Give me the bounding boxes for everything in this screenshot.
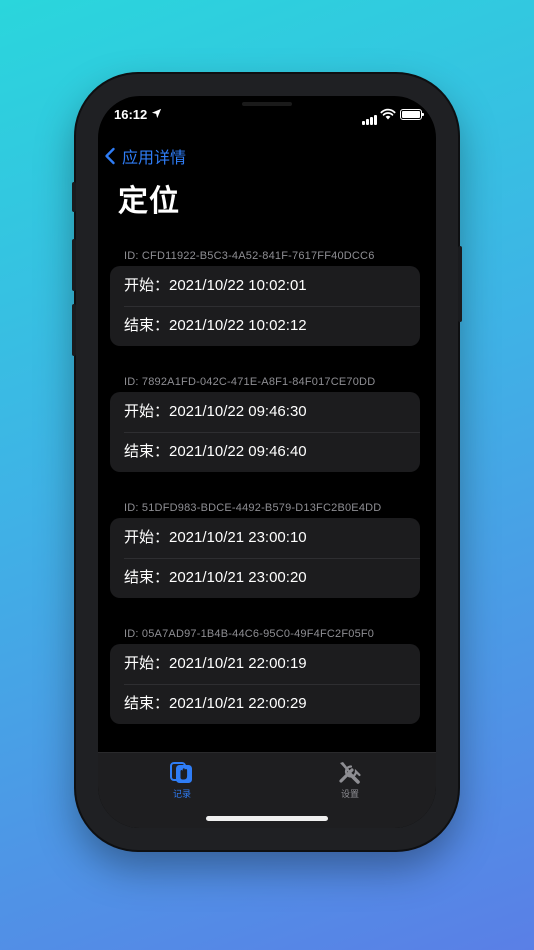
record-id: ID: CFD11922-B5C3-4A52-841F-7617FF40DCC6 (124, 250, 375, 262)
location-arrow-icon (151, 108, 162, 119)
tab-settings[interactable]: 设置 (320, 759, 380, 800)
tab-records[interactable]: 记录 (152, 759, 212, 800)
record-list: ID: CFD11922-B5C3-4A52-841F-7617FF40DCC6… (110, 246, 420, 750)
record-end: 结束：2021/10/22 10:02:12 (110, 306, 420, 346)
record-start: 开始：2021/10/22 09:46:30 (124, 403, 307, 420)
tab-label: 设置 (340, 789, 359, 799)
signal-icon (362, 110, 378, 125)
record-end: 结束：2021/10/21 22:00:29 (110, 684, 420, 724)
phone-frame: 16:12 应用详情 定位 ID: CFD11922-B5C3-4A52-841… (72, 74, 462, 850)
record-group: ID: CFD11922-B5C3-4A52-841F-7617FF40DCC6… (110, 246, 420, 346)
record-id: ID: 05A7AD97-1B4B-44C6-95C0-49F4FC2F05F0 (124, 628, 375, 640)
record-group: ID: 05A7AD97-1B4B-44C6-95C0-49F4FC2F05F0… (110, 624, 420, 724)
screen: 16:12 应用详情 定位 ID: CFD11922-B5C3-4A52-841… (98, 96, 436, 828)
power-button (458, 246, 462, 322)
record-card: 开始：2021/10/22 10:02:01 结束：2021/10/22 10:… (110, 266, 420, 346)
tab-label: 记录 (172, 789, 191, 799)
record-group: ID: 7892A1FD-042C-471E-A8F1-84F017CE70DD… (110, 372, 420, 472)
battery-icon (400, 109, 424, 120)
back-button[interactable]: 应用详情 (104, 144, 186, 168)
settings-tools-icon (339, 762, 361, 784)
volume-down-button (72, 304, 76, 356)
record-id: ID: 51DFD983-BDCE-4492-B579-D13FC2B0E4DD (124, 502, 382, 514)
record-end: 结束：2021/10/22 09:46:40 (110, 432, 420, 472)
notch (170, 96, 364, 122)
status-time: 16:12 (114, 107, 148, 122)
home-indicator[interactable] (206, 816, 328, 821)
wifi-icon (380, 108, 396, 120)
record-group: ID: 51DFD983-BDCE-4492-B579-D13FC2B0E4DD… (110, 498, 420, 598)
record-start: 开始：2021/10/22 10:02:01 (124, 277, 307, 294)
chevron-left-icon (105, 147, 115, 165)
record-card: 开始：2021/10/22 09:46:30 结束：2021/10/22 09:… (110, 392, 420, 472)
volume-up-button (72, 239, 76, 291)
record-card: 开始：2021/10/21 22:00:19 结束：2021/10/21 22:… (110, 644, 420, 724)
record-end: 结束：2021/10/21 23:00:20 (110, 558, 420, 598)
silent-switch (72, 182, 76, 212)
back-label: 应用详情 (122, 150, 187, 167)
record-start: 开始：2021/10/21 22:00:19 (124, 655, 307, 672)
records-icon (170, 762, 192, 783)
page-title: 定位 (118, 185, 180, 218)
record-id: ID: 7892A1FD-042C-471E-A8F1-84F017CE70DD (124, 376, 376, 388)
record-start: 开始：2021/10/21 23:00:10 (124, 529, 307, 546)
record-card: 开始：2021/10/21 23:00:10 结束：2021/10/21 23:… (110, 518, 420, 598)
